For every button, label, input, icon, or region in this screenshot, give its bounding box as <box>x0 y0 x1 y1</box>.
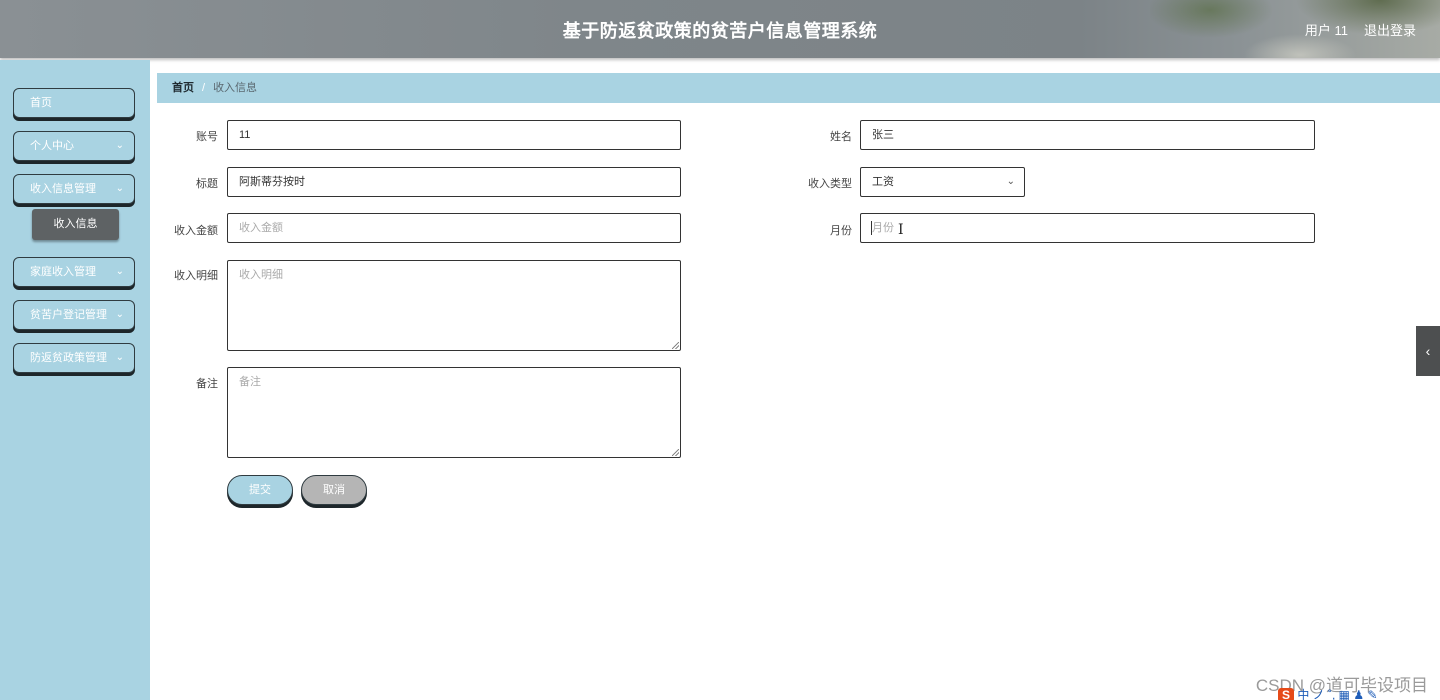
month-input[interactable]: 月份 <box>860 213 1315 243</box>
chevron-down-icon: ⌄ <box>115 140 124 151</box>
name-label: 姓名 <box>830 131 852 143</box>
sidebar-item-label: 首页 <box>30 97 52 109</box>
chevron-left-icon: ‹ <box>1425 343 1431 359</box>
income-detail-label: 收入明细 <box>174 270 218 282</box>
breadcrumb-home[interactable]: 首页 <box>172 82 194 94</box>
income-type-value: 工资 <box>872 176 894 188</box>
sidebar-item-label: 收入信息管理 <box>30 183 96 195</box>
logout-link[interactable]: 退出登录 <box>1364 20 1416 39</box>
income-detail-textarea[interactable]: 收入明细 <box>227 260 681 351</box>
sidebar-item-poor-household-registration[interactable]: 贫苦户登记管理 ⌄ <box>13 300 135 330</box>
chevron-down-icon: ⌄ <box>115 183 124 194</box>
sidebar-subitem-income-info[interactable]: 收入信息 <box>32 209 119 240</box>
remark-label: 备注 <box>196 378 218 390</box>
chevron-down-icon: ⌄ <box>115 309 124 320</box>
sidebar-item-personal-center[interactable]: 个人中心 ⌄ <box>13 131 135 161</box>
month-label: 月份 <box>830 225 852 237</box>
income-amount-label: 收入金额 <box>174 225 218 237</box>
app-title: 基于防返贫政策的贫苦户信息管理系统 <box>562 21 878 41</box>
text-caret <box>871 221 872 235</box>
title-field[interactable]: 阿斯蒂芬按时 <box>227 167 681 197</box>
account-label: 账号 <box>196 131 218 143</box>
cancel-button[interactable]: 取消 <box>301 475 367 505</box>
account-field[interactable]: 11 <box>227 120 681 150</box>
chevron-down-icon: ⌄ <box>115 352 124 363</box>
chevron-down-icon: ⌄ <box>1006 176 1015 187</box>
chevron-down-icon: ⌄ <box>115 266 124 277</box>
current-user-label: 用户 11 <box>1304 23 1348 38</box>
sidebar-item-label: 防返贫政策管理 <box>30 352 107 364</box>
resize-grip-icon[interactable] <box>672 342 679 349</box>
ime-logo-icon: S <box>1278 688 1294 700</box>
name-field[interactable]: 张三 <box>860 120 1315 150</box>
remark-textarea[interactable]: 备注 <box>227 367 681 458</box>
income-type-select[interactable]: 工资 ⌄ <box>860 167 1025 197</box>
income-type-label: 收入类型 <box>808 178 852 190</box>
remark-placeholder: 备注 <box>239 376 261 388</box>
submit-button[interactable]: 提交 <box>227 475 293 505</box>
sidebar-item-label: 贫苦户登记管理 <box>30 309 107 321</box>
sidebar-item-family-income-management[interactable]: 家庭收入管理 ⌄ <box>13 257 135 287</box>
income-amount-input[interactable]: 收入金额 <box>227 213 681 243</box>
breadcrumb: 首页 / 收入信息 <box>157 73 1440 103</box>
title-label: 标题 <box>196 178 218 190</box>
sidebar-item-anti-poverty-policy-management[interactable]: 防返贫政策管理 ⌄ <box>13 343 135 373</box>
breadcrumb-current: 收入信息 <box>213 82 258 94</box>
sidebar-item-label: 个人中心 <box>30 140 74 152</box>
ime-toolbar-glyphs: 中 ノ ˚, ▦ ♟ ✎ <box>1297 688 1378 700</box>
ime-toolbar: S 中 ノ ˚, ▦ ♟ ✎ <box>1278 686 1418 700</box>
sidebar-item-income-info-management[interactable]: 收入信息管理 ⌄ <box>13 174 135 204</box>
resize-grip-icon[interactable] <box>672 449 679 456</box>
income-detail-placeholder: 收入明细 <box>239 269 283 281</box>
collapse-panel-tab[interactable]: ‹ <box>1416 326 1440 376</box>
sidebar-item-home[interactable]: 首页 <box>13 88 135 118</box>
sidebar-item-label: 家庭收入管理 <box>30 266 96 278</box>
top-header: 基于防返贫政策的贫苦户信息管理系统 用户 11 退出登录 <box>0 0 1440 58</box>
mouse-ibeam-cursor: I <box>898 222 904 238</box>
breadcrumb-separator: / <box>202 82 206 94</box>
